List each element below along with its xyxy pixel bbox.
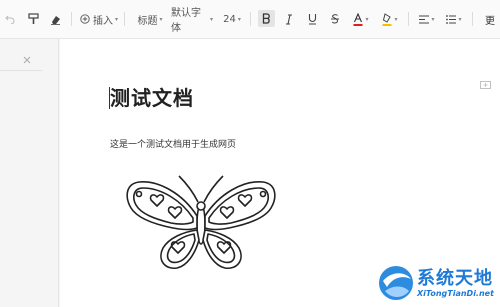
highlight-button[interactable]: ▾	[380, 10, 400, 28]
font-label: 默认字体	[171, 8, 201, 34]
toolbar-divider	[472, 12, 473, 26]
highlight-icon	[382, 12, 392, 26]
underline-icon	[308, 13, 317, 25]
watermark-url: XiTongTianDi.net	[417, 289, 494, 298]
watermark: 系统天地 XiTongTianDi.net	[375, 260, 500, 307]
bold-icon	[262, 13, 271, 24]
italic-button[interactable]	[282, 10, 296, 28]
document-paragraph[interactable]: 这是一个测试文档用于生成网页	[110, 137, 236, 150]
align-icon	[419, 15, 430, 24]
chevron-down-icon: ▾	[458, 15, 462, 23]
watermark-name: 系统天地	[417, 268, 493, 289]
undo-icon[interactable]	[4, 10, 16, 28]
chevron-down-icon: ▾	[431, 15, 435, 23]
font-size-dropdown[interactable]: 24 ▾	[221, 10, 243, 28]
chevron-down-icon: ▾	[209, 15, 213, 23]
strikethrough-button[interactable]	[328, 10, 342, 28]
more-button[interactable]: 更	[482, 10, 498, 28]
style-label: 标题	[137, 15, 158, 27]
list-icon	[446, 14, 457, 24]
comment-icon	[480, 76, 491, 95]
align-button[interactable]: ▾	[417, 10, 437, 28]
style-dropdown[interactable]: 标题 ▾	[136, 10, 164, 28]
butterfly-image[interactable]	[123, 172, 279, 276]
watermark-logo-icon	[377, 263, 415, 307]
font-dropdown[interactable]: 默认字体 ▾	[171, 8, 213, 34]
chevron-down-icon: ▾	[114, 15, 118, 23]
italic-icon	[285, 13, 293, 25]
panel-divider	[0, 70, 42, 71]
list-button[interactable]: ▾	[444, 10, 464, 28]
font-color-icon	[353, 12, 363, 26]
add-circle-icon	[80, 14, 90, 24]
close-icon	[23, 49, 31, 68]
font-color-button[interactable]: ▾	[351, 10, 371, 28]
toolbar-divider	[408, 12, 409, 26]
toolbar-divider	[71, 12, 72, 26]
bold-button[interactable]	[258, 10, 275, 27]
underline-button[interactable]	[305, 10, 319, 28]
font-size-label: 24	[223, 13, 236, 25]
insert-label: 插入	[93, 15, 113, 27]
comment-button[interactable]	[480, 76, 491, 95]
insert-button[interactable]: 插入 ▾	[80, 10, 118, 28]
chevron-down-icon: ▾	[159, 15, 163, 23]
chevron-down-icon: ▾	[394, 15, 398, 23]
toolbar-divider	[250, 12, 251, 26]
chevron-down-icon: ▾	[365, 15, 369, 23]
document-title[interactable]: 测试文档	[110, 87, 194, 109]
close-panel-button[interactable]	[23, 49, 31, 68]
eraser-icon[interactable]	[49, 10, 61, 28]
strikethrough-icon	[330, 13, 340, 25]
format-painter-icon[interactable]	[27, 10, 39, 28]
toolbar-divider	[124, 12, 125, 26]
more-label: 更	[485, 15, 495, 27]
toolbar: 插入 ▾ 标题 ▾ 默认字体 ▾ 24 ▾ ▾ ▾ ▾ ▾ 更	[0, 0, 500, 39]
chevron-down-icon: ▾	[237, 15, 241, 23]
outline-panel	[0, 39, 59, 307]
